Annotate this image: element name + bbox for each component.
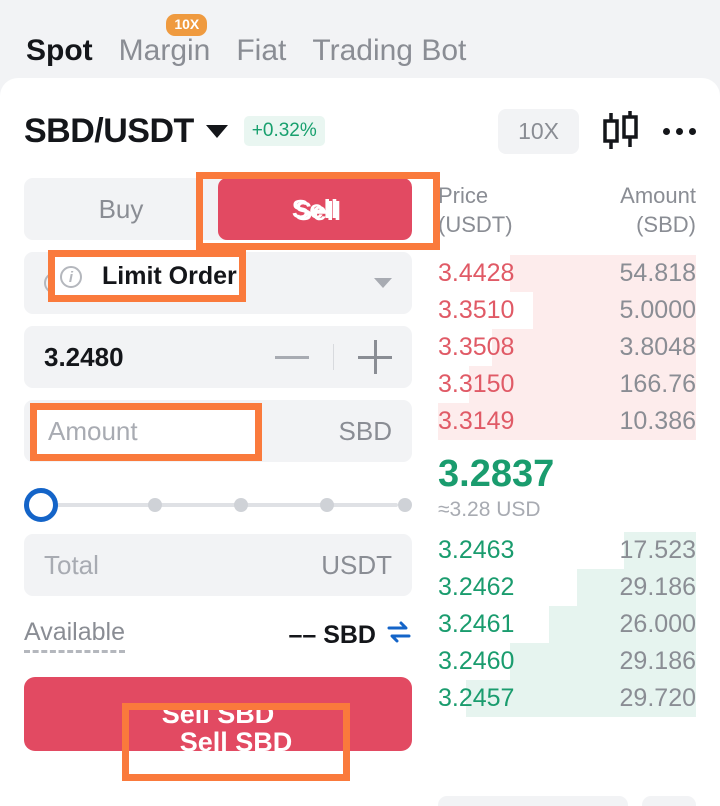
ask-price: 3.3149: [438, 407, 515, 436]
bid-row[interactable]: 3.2457 29.720: [438, 679, 696, 717]
top-navigation: Spot 10X Margin Fiat Trading Bot: [0, 0, 720, 80]
ask-row[interactable]: 3.3508 3.8048: [438, 329, 696, 367]
order-book: Price (USDT) Amount (SBD) 3.4428 54.818 3.…: [438, 182, 696, 717]
bid-price: 3.2462: [438, 572, 515, 601]
ask-amount: 3.8048: [619, 333, 696, 362]
nav-tab-trading-bot[interactable]: Trading Bot: [312, 36, 466, 66]
trading-app: Spot 10X Margin Fiat Trading Bot SBD/USD…: [0, 0, 720, 806]
swap-icon[interactable]: [386, 620, 412, 651]
nav-tab-spot[interactable]: Spot: [26, 36, 93, 66]
amount-unit: SBD: [338, 415, 392, 446]
ask-amount: 10.386: [619, 407, 696, 436]
annotation-sell-submit-text: Sell SBD: [179, 726, 293, 757]
price-header-line2: (USDT): [438, 211, 513, 237]
bid-amount: 17.523: [619, 535, 696, 564]
order-book-amount-header: Amount (SBD): [620, 182, 696, 239]
stepper-divider: [333, 344, 334, 370]
ask-row[interactable]: 3.4428 54.818: [438, 255, 696, 293]
ask-price: 3.3150: [438, 370, 515, 399]
bid-price: 3.2460: [438, 646, 515, 675]
order-type-label-overlay: Limit Order: [102, 262, 237, 290]
ask-price: 3.4428: [438, 259, 515, 288]
ask-price: 3.3508: [438, 333, 515, 362]
order-book-header: Price (USDT) Amount (SBD): [438, 182, 696, 239]
available-label[interactable]: Available: [24, 618, 126, 653]
caret-down-icon: [205, 124, 228, 138]
order-book-price-header: Price (USDT): [438, 182, 513, 239]
plus-icon[interactable]: [358, 340, 392, 374]
slider-dot-50[interactable]: [234, 498, 248, 512]
bid-amount: 29.186: [619, 572, 696, 601]
ask-rows: 3.4428 54.818 3.3510 5.0000 3.3508 3.8048 3.31…: [438, 255, 696, 441]
more-options-icon[interactable]: [663, 127, 696, 135]
pair-header: SBD/USDT +0.32% 10X: [0, 96, 720, 166]
bid-row[interactable]: 3.2463 17.523: [438, 531, 696, 569]
ask-amount: 54.818: [619, 259, 696, 288]
bid-amount: 26.000: [619, 609, 696, 638]
price-change-badge: +0.32%: [243, 116, 325, 146]
amount-header-line2: (SBD): [636, 211, 696, 237]
ask-amount: 166.76: [619, 370, 696, 399]
total-unit: USDT: [321, 549, 392, 580]
nav-tab-trading-bot-label: Trading Bot: [312, 34, 467, 67]
bid-row[interactable]: 3.2461 26.000: [438, 605, 696, 643]
annotation-amount-text: Amount: [48, 416, 138, 446]
depth-view-icon[interactable]: [642, 796, 696, 806]
bid-amount: 29.186: [619, 646, 696, 675]
amount-percent-slider[interactable]: [24, 488, 412, 522]
nav-tab-margin-label: Margin: [118, 34, 211, 67]
price-header-line1: Price: [438, 183, 489, 208]
nav-tab-fiat[interactable]: Fiat: [236, 36, 286, 66]
margin-leverage-badge: 10X: [166, 14, 208, 36]
buy-tab[interactable]: Buy: [24, 178, 218, 240]
annotation-limit-order-text: i Limit Order: [60, 262, 237, 291]
price-value: 3.2480: [44, 341, 124, 372]
ask-amount: 5.0000: [619, 296, 696, 325]
total-placeholder: Total: [44, 549, 99, 580]
more-dots: [663, 127, 696, 135]
ask-row[interactable]: 3.3510 5.0000: [438, 292, 696, 330]
nav-tab-margin[interactable]: 10X Margin: [118, 14, 211, 67]
amount-header-line1: Amount: [620, 183, 696, 208]
available-row: Available –– SBD: [24, 618, 412, 653]
nav-tab-spot-label: Spot: [26, 34, 93, 67]
minus-icon[interactable]: [275, 355, 309, 359]
slider-handle[interactable]: [24, 488, 58, 522]
price-input-row[interactable]: 3.2480: [24, 326, 412, 388]
last-price-usd: ≈3.28 USD: [438, 497, 541, 521]
info-icon[interactable]: i: [60, 265, 82, 288]
bid-price: 3.2461: [438, 609, 515, 638]
bid-row[interactable]: 3.2462 29.186: [438, 568, 696, 606]
slider-dot-100[interactable]: [398, 498, 412, 512]
order-book-footer: 0.0001: [438, 796, 696, 806]
last-price: 3.2837: [438, 453, 555, 496]
tick-size-select[interactable]: 0.0001: [438, 796, 628, 806]
available-value: –– SBD: [288, 621, 376, 649]
slider-dot-25[interactable]: [148, 498, 162, 512]
bid-amount: 29.720: [619, 683, 696, 712]
total-input-row[interactable]: Total USDT: [24, 534, 412, 596]
pair-selector[interactable]: SBD/USDT: [24, 112, 228, 151]
candlestick-icon[interactable]: [601, 109, 641, 153]
ask-row[interactable]: 3.3150 166.76: [438, 366, 696, 404]
leverage-chip[interactable]: 10X: [498, 108, 579, 154]
annotation-sell-tab-text: Sell: [294, 195, 342, 226]
available-value-group: –– SBD: [288, 620, 412, 651]
pair-name: SBD/USDT: [24, 111, 194, 150]
ask-price: 3.3510: [438, 296, 515, 325]
ask-row[interactable]: 3.3149 10.386: [438, 403, 696, 441]
chevron-down-icon: [374, 278, 392, 288]
mid-price-block: 3.2837 ≈3.28 USD: [438, 453, 696, 522]
bid-rows: 3.2463 17.523 3.2462 29.186 3.2461 26.000 3.24…: [438, 531, 696, 717]
bid-price: 3.2457: [438, 683, 515, 712]
price-stepper: [275, 340, 392, 374]
bid-row[interactable]: 3.2460 29.186: [438, 642, 696, 680]
nav-tab-fiat-label: Fiat: [236, 34, 287, 67]
bid-price: 3.2463: [438, 535, 515, 564]
slider-track: [38, 503, 398, 507]
slider-dot-75[interactable]: [320, 498, 334, 512]
